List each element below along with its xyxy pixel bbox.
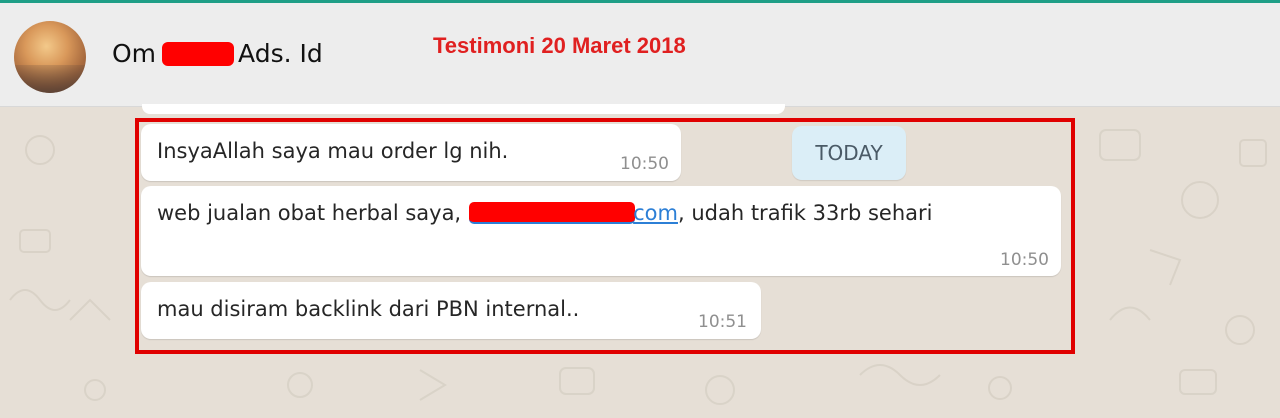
chat-header[interactable]: Om Ads. Id Testimoni 20 Maret 2018 [0,3,1280,107]
highlight-frame [135,118,1075,354]
contact-avatar[interactable] [14,21,86,93]
name-redaction [162,41,235,66]
contact-name-prefix: Om [112,39,157,68]
contact-name-suffix: Ads. Id [238,39,323,68]
previous-message-bubble [142,104,785,114]
contact-name[interactable]: Om Ads. Id [112,39,323,68]
testimonial-annotation: Testimoni 20 Maret 2018 [433,33,686,58]
